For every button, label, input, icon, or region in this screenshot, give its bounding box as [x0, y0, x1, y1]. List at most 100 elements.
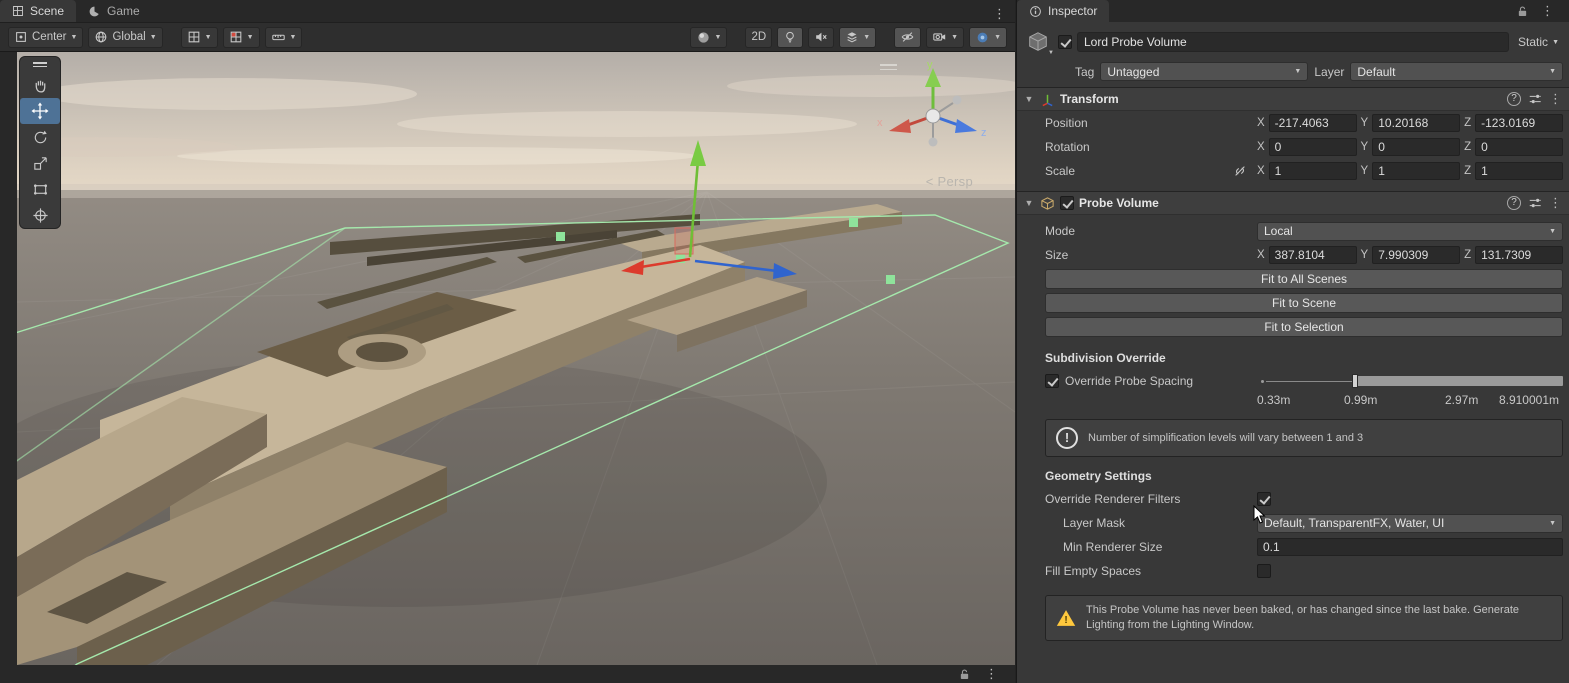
scale-y-field[interactable]: 1	[1372, 162, 1461, 180]
gizmo-neg-y-handle[interactable]	[928, 137, 938, 147]
position-z-field[interactable]: -123.0169	[1475, 114, 1563, 132]
rect-tool-icon	[33, 183, 47, 195]
probe-volume-enabled-checkbox[interactable]	[1060, 196, 1074, 210]
tool-hand[interactable]	[20, 72, 60, 98]
gizmo-center-handle[interactable]	[925, 108, 941, 124]
gizmo-z-cone[interactable]	[955, 119, 977, 133]
inspector-menu-icon[interactable]: ⋮	[1533, 3, 1563, 19]
tool-move[interactable]	[20, 98, 60, 124]
effects-dropdown[interactable]: ▼	[839, 26, 877, 48]
orientation-dropdown[interactable]: Global ▼	[88, 26, 163, 48]
orientation-gizmo[interactable]: y x z	[875, 58, 991, 170]
scale-z-field[interactable]: 1	[1475, 162, 1563, 180]
fit-to-selection-button[interactable]: Fit to Selection	[1045, 317, 1563, 337]
tab-inspector[interactable]: Inspector	[1017, 0, 1110, 22]
tool-scale[interactable]	[20, 150, 60, 176]
mode-label[interactable]: Mode	[1045, 224, 1257, 238]
grid-visibility-dropdown[interactable]: ▼	[180, 26, 218, 48]
gameobject-icon-button[interactable]: ▼	[1023, 27, 1054, 57]
scene-pane-menu-icon[interactable]: ⋮	[985, 6, 1015, 22]
2d-toggle[interactable]: 2D	[745, 26, 773, 48]
gizmo-z-label: z	[981, 127, 987, 139]
position-label[interactable]: Position	[1045, 116, 1257, 130]
rotation-y-field[interactable]: 0	[1372, 138, 1461, 156]
size-z-field[interactable]: 131.7309	[1475, 246, 1563, 264]
position-x-field[interactable]: -217.4063	[1268, 114, 1357, 132]
scale-link-icon[interactable]	[1233, 164, 1247, 178]
projection-mode-label[interactable]: < Persp	[926, 174, 973, 189]
probe-spacing-minmax-slider[interactable]	[1261, 372, 1563, 390]
tool-transform[interactable]	[20, 202, 60, 228]
transform-icon	[1042, 94, 1053, 106]
bake-warning-box: ! This Probe Volume has never been baked…	[1045, 595, 1563, 641]
transform-presets-icon[interactable]	[1528, 92, 1542, 106]
pivot-mode-dropdown[interactable]: Center ▼	[8, 26, 84, 48]
gizmos-dropdown[interactable]: ▼	[969, 26, 1007, 48]
camera-settings-dropdown[interactable]: ▼	[926, 26, 965, 48]
tag-dropdown[interactable]: Untagged ▼	[1100, 62, 1309, 81]
override-renderer-filters-label[interactable]: Override Renderer Filters	[1045, 492, 1257, 506]
tool-rotate[interactable]	[20, 124, 60, 150]
scale-label[interactable]: Scale	[1045, 164, 1257, 178]
scale-label-text: Scale	[1045, 164, 1076, 178]
layer-mask-dropdown[interactable]: Default, TransparentFX, Water, UI ▼	[1257, 513, 1563, 533]
probe-volume-presets-icon[interactable]	[1528, 196, 1542, 210]
rotation-label[interactable]: Rotation	[1045, 140, 1257, 154]
gizmos-sphere-icon	[977, 32, 988, 42]
tab-scene[interactable]: Scene	[0, 0, 77, 22]
size-label[interactable]: Size	[1045, 248, 1257, 262]
transform-header[interactable]: ▼ Transform ? ⋮	[1017, 87, 1569, 111]
layer-mask-label[interactable]: Layer Mask	[1063, 516, 1257, 530]
scale-x-field[interactable]: 1	[1268, 162, 1357, 180]
static-dropdown[interactable]: Static ▼	[1514, 35, 1563, 49]
probe-volume-menu-icon[interactable]: ⋮	[1549, 195, 1563, 211]
override-probe-spacing-checkbox[interactable]	[1045, 374, 1059, 388]
tool-rect[interactable]	[20, 176, 60, 202]
camera-icon	[933, 33, 946, 41]
axis-x-label: X	[1257, 117, 1265, 129]
fit-to-scene-button[interactable]: Fit to Scene	[1045, 293, 1563, 313]
gizmo-x-cone[interactable]	[889, 119, 911, 133]
size-x-field[interactable]: 387.8104	[1268, 246, 1357, 264]
transform-menu-icon[interactable]: ⋮	[1549, 91, 1563, 107]
probe-volume-header[interactable]: ▼ Probe Volume ? ⋮	[1017, 191, 1569, 215]
fill-empty-spaces-checkbox[interactable]	[1257, 564, 1271, 578]
scene-audio-toggle[interactable]	[808, 26, 835, 48]
tab-game[interactable]: Game	[76, 0, 152, 22]
min-renderer-size-field[interactable]: 0.1	[1257, 538, 1563, 556]
grid-snap-dropdown[interactable]: ▼	[222, 26, 260, 48]
override-renderer-filters-checkbox[interactable]	[1257, 492, 1271, 506]
inspector-lock-icon[interactable]	[1516, 5, 1529, 18]
fill-empty-spaces-label[interactable]: Fill Empty Spaces	[1045, 564, 1257, 578]
camera-caret-icon: ▼	[951, 33, 959, 41]
tools-overlay-handle-icon[interactable]	[20, 57, 60, 72]
layer-mask-row: Layer Mask Default, TransparentFX, Water…	[1017, 513, 1563, 533]
probe-volume-help-icon[interactable]: ?	[1507, 196, 1521, 210]
gameobject-name-field[interactable]: Lord Probe Volume	[1077, 32, 1510, 52]
viewport-menu-icon[interactable]: ⋮	[977, 666, 1007, 682]
draw-mode-dropdown[interactable]: ▼	[689, 26, 728, 48]
fit-to-all-scenes-button[interactable]: Fit to All Scenes	[1045, 269, 1563, 289]
rotation-x-field[interactable]: 0	[1268, 138, 1357, 156]
probe-volume-foldout-icon[interactable]: ▼	[1023, 198, 1035, 208]
lock-icon[interactable]	[958, 668, 971, 681]
pivot-mode-label: Center	[32, 31, 67, 43]
rotation-z-field[interactable]: 0	[1475, 138, 1563, 156]
scene-lighting-toggle[interactable]	[777, 26, 804, 48]
scene-3d-viewport[interactable]: y x z < Persp	[17, 52, 1015, 665]
axis-y-label: Y	[1360, 117, 1369, 129]
mode-dropdown[interactable]: Local ▼	[1257, 221, 1563, 241]
gizmo-neg-axis-handle[interactable]	[952, 95, 962, 105]
min-renderer-size-label[interactable]: Min Renderer Size	[1063, 540, 1257, 554]
spacing-slider-handle[interactable]	[1351, 374, 1358, 388]
layer-dropdown[interactable]: Default ▼	[1350, 62, 1563, 81]
gizmo-x-label: x	[877, 117, 883, 129]
layer-label: Layer	[1314, 64, 1345, 79]
transform-foldout-icon[interactable]: ▼	[1023, 94, 1035, 104]
gameobject-active-checkbox[interactable]	[1058, 35, 1072, 49]
transform-help-icon[interactable]: ?	[1507, 92, 1521, 106]
position-y-field[interactable]: 10.20168	[1372, 114, 1461, 132]
size-y-field[interactable]: 7.990309	[1372, 246, 1461, 264]
snap-increment-dropdown[interactable]: ▼	[264, 26, 303, 48]
scene-visibility-toggle[interactable]	[894, 26, 922, 48]
